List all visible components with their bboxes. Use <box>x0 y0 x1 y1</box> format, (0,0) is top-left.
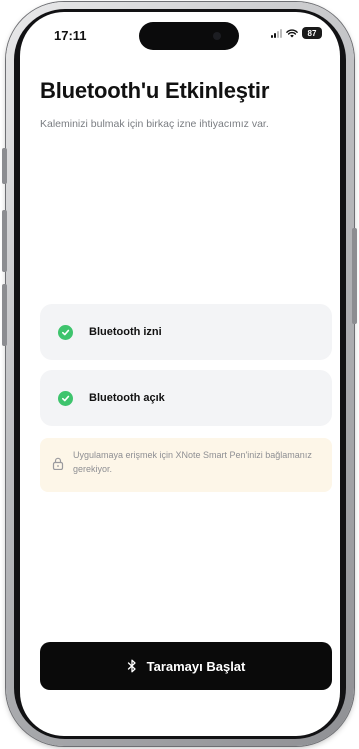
dynamic-island <box>139 22 239 50</box>
action-button <box>2 148 7 184</box>
notice-text: Uygulamaya erişmek için XNote Smart Pen'… <box>73 450 312 474</box>
volume-up-button <box>2 210 7 272</box>
signal-icon <box>271 28 282 38</box>
power-button <box>352 228 357 324</box>
camera-dot <box>213 32 221 40</box>
wifi-icon <box>286 29 298 38</box>
permission-label: Bluetooth izni <box>89 326 162 338</box>
connection-notice: Uygulamaya erişmek için XNote Smart Pen'… <box>40 438 332 492</box>
check-circle-icon <box>58 390 73 406</box>
permission-label: Bluetooth açık <box>89 392 165 404</box>
start-scan-button[interactable]: Taramayı Başlat <box>40 642 332 690</box>
volume-down-button <box>2 284 7 346</box>
permission-item-bluetooth-on: Bluetooth açık <box>40 370 332 426</box>
battery-level: 87 <box>307 28 317 38</box>
status-time: 17:11 <box>54 28 87 43</box>
page-title: Bluetooth'u Etkinleştir <box>40 78 270 103</box>
check-circle-icon <box>58 324 73 340</box>
status-indicators: 87 <box>271 27 322 39</box>
bluetooth-icon <box>127 659 136 673</box>
lock-icon <box>52 457 64 470</box>
start-scan-label: Taramayı Başlat <box>146 658 246 674</box>
phone-screen: 17:11 87 Bluetooth'u Etkinleştir Kalemin… <box>20 12 340 736</box>
app-stage: 17:11 87 Bluetooth'u Etkinleştir Kalemin… <box>0 0 359 749</box>
permission-item-bluetooth-permission: Bluetooth izni <box>40 304 332 360</box>
battery-icon: 87 <box>302 27 322 39</box>
page-subtitle: Kaleminizi bulmak için birkaç izne ihtiy… <box>40 118 269 130</box>
